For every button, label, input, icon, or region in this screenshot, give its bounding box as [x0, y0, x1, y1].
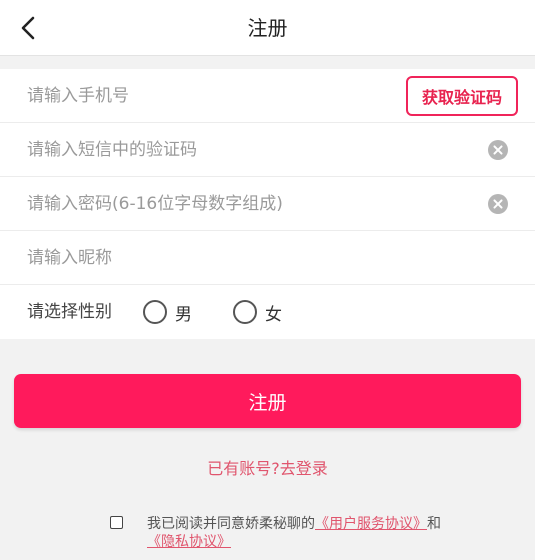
- gender-label: 请选择性别: [27, 302, 112, 322]
- nickname-input[interactable]: [27, 231, 467, 284]
- radio-circle-icon: [233, 300, 257, 324]
- login-link[interactable]: 已有账号?去登录: [0, 455, 535, 479]
- phone-input[interactable]: [27, 69, 387, 122]
- password-input[interactable]: [27, 177, 467, 230]
- privacy-policy-link[interactable]: 《隐私协议》: [147, 534, 231, 550]
- password-row: [0, 177, 535, 231]
- gender-radio-female[interactable]: 女: [233, 300, 282, 325]
- agreement-text: 我已阅读并同意娇柔秘聊的《用户服务协议》和《隐私协议》: [147, 515, 447, 551]
- agreement-connector: 和: [427, 516, 441, 532]
- gender-row: 请选择性别 男 女: [0, 285, 535, 339]
- sms-code-input[interactable]: [27, 123, 467, 176]
- header-bar: 注册: [0, 0, 535, 56]
- user-agreement-link[interactable]: 《用户服务协议》: [315, 516, 427, 532]
- register-button[interactable]: 注册: [14, 374, 521, 428]
- radio-circle-icon: [143, 300, 167, 324]
- gender-option-label: 女: [265, 304, 282, 325]
- register-form: 获取验证码 请选择性别 男 女: [0, 69, 535, 339]
- phone-row: 获取验证码: [0, 69, 535, 123]
- page-title: 注册: [247, 16, 288, 40]
- gender-radio-male[interactable]: 男: [143, 300, 192, 325]
- clear-circle-icon[interactable]: [488, 194, 508, 214]
- agreement-prefix: 我已阅读并同意娇柔秘聊的: [147, 516, 315, 532]
- get-code-button[interactable]: 获取验证码: [406, 76, 518, 116]
- agreement-checkbox[interactable]: [110, 516, 123, 529]
- nickname-row: [0, 231, 535, 285]
- sms-code-row: [0, 123, 535, 177]
- gender-option-label: 男: [175, 304, 192, 325]
- clear-circle-icon[interactable]: [488, 140, 508, 160]
